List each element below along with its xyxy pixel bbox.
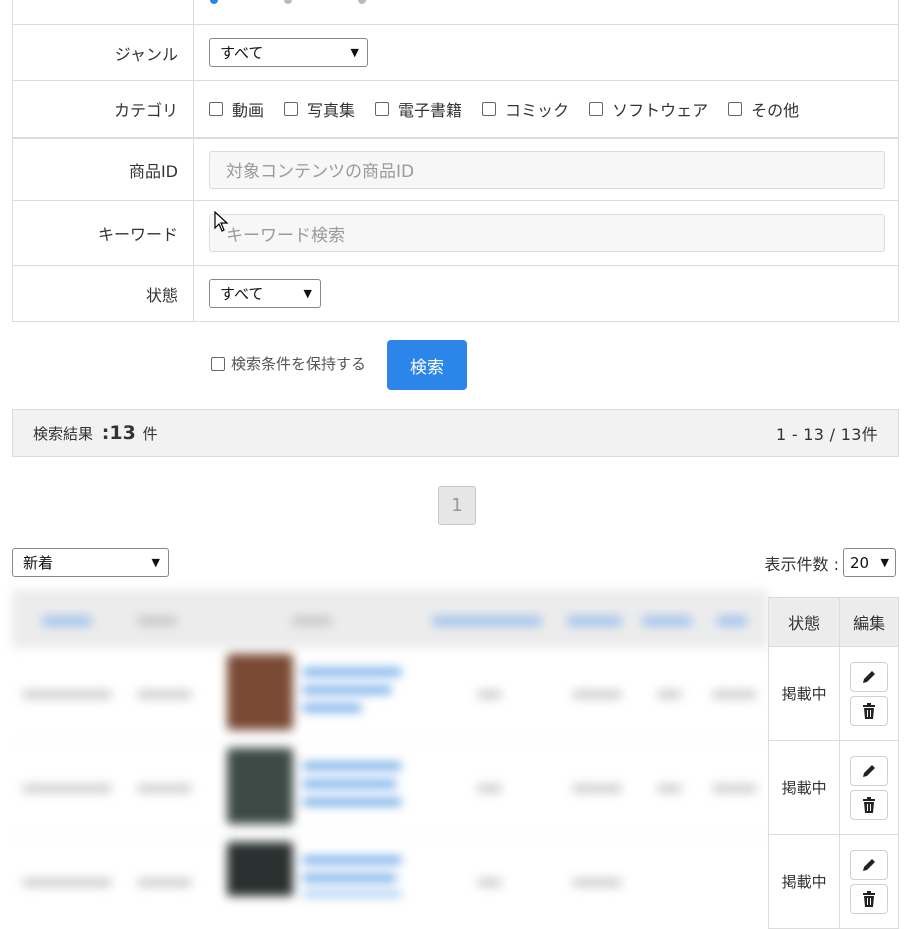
blurred-table-row bbox=[12, 742, 768, 836]
radio-option-icon[interactable] bbox=[284, 0, 292, 4]
table-row: 掲載中 bbox=[767, 646, 899, 741]
product-id-input[interactable]: 対象コンテンツの商品ID bbox=[209, 150, 885, 189]
product-id-label: 商品ID bbox=[13, 139, 194, 200]
blurred-table-area bbox=[12, 590, 768, 896]
trash-icon bbox=[863, 890, 876, 907]
checkbox-icon[interactable] bbox=[209, 102, 223, 116]
blurred-table-row bbox=[12, 648, 768, 742]
per-page-select-value: 20 bbox=[850, 553, 870, 572]
checkbox-icon[interactable] bbox=[211, 356, 225, 371]
sort-select[interactable]: 新着 ▼ bbox=[12, 548, 169, 577]
radio-option-icon[interactable] bbox=[358, 0, 366, 4]
category-label: カテゴリ bbox=[13, 81, 194, 137]
search-button[interactable]: 検索 bbox=[387, 340, 467, 390]
blurred-table-row bbox=[12, 836, 768, 896]
chevron-down-icon: ▼ bbox=[303, 287, 312, 300]
mouse-cursor-icon bbox=[214, 211, 228, 232]
edit-column-header: 編集 bbox=[839, 597, 899, 647]
form-row-product-id: 商品ID 対象コンテンツの商品ID bbox=[13, 137, 898, 200]
per-page-control: 表示件数 : 20 ▼ bbox=[765, 548, 896, 577]
category-checkbox-software[interactable]: ソフトウェア bbox=[589, 97, 708, 121]
result-summary-bar: 検索結果 :13 件 1 - 13 / 13件 bbox=[12, 409, 899, 457]
category-checkbox-comic[interactable]: コミック bbox=[482, 97, 569, 121]
radio-option-selected-icon[interactable] bbox=[210, 0, 218, 4]
pencil-icon bbox=[863, 764, 876, 777]
row-status: 掲載中 bbox=[767, 740, 841, 835]
genre-select[interactable]: すべて ▼ bbox=[209, 38, 368, 67]
pencil-icon bbox=[863, 858, 876, 871]
table-row: 掲載中 bbox=[767, 740, 899, 835]
row-status: 掲載中 bbox=[767, 834, 841, 929]
search-form: ジャンル すべて ▼ カテゴリ 動画 写真集 電子書籍 コミック ソフトウェア … bbox=[12, 0, 899, 322]
result-count: 検索結果 :13 件 bbox=[33, 422, 158, 444]
keep-conditions-checkbox[interactable]: 検索条件を保持する bbox=[211, 353, 366, 374]
table-header-row: 状態 編集 bbox=[767, 597, 899, 647]
form-row-partial bbox=[13, 0, 898, 24]
status-select-value: すべて bbox=[220, 285, 264, 303]
chevron-down-icon: ▼ bbox=[350, 46, 359, 59]
pencil-icon bbox=[863, 670, 876, 683]
genre-select-value: すべて bbox=[220, 44, 264, 62]
per-page-select[interactable]: 20 ▼ bbox=[843, 548, 896, 577]
category-checkbox-ebook[interactable]: 電子書籍 bbox=[375, 97, 462, 121]
checkbox-icon[interactable] bbox=[284, 102, 299, 116]
chevron-down-icon: ▼ bbox=[151, 556, 160, 569]
form-row-genre: ジャンル すべて ▼ bbox=[13, 24, 898, 80]
edit-button[interactable] bbox=[850, 755, 889, 786]
chevron-down-icon: ▼ bbox=[880, 556, 889, 569]
edit-button[interactable] bbox=[850, 661, 889, 692]
checkbox-icon[interactable] bbox=[589, 102, 604, 116]
delete-button[interactable] bbox=[850, 789, 889, 820]
category-checkbox-other[interactable]: その他 bbox=[728, 97, 799, 121]
keyword-label: キーワード bbox=[13, 201, 194, 265]
form-row-keyword: キーワード キーワード検索 bbox=[13, 200, 898, 265]
checkbox-icon[interactable] bbox=[482, 102, 497, 116]
blurred-table-header bbox=[12, 590, 768, 648]
checkbox-icon[interactable] bbox=[728, 102, 743, 116]
keep-conditions-label: 検索条件を保持する bbox=[231, 355, 367, 373]
delete-button[interactable] bbox=[850, 883, 889, 914]
form-row-status: 状態 すべて ▼ bbox=[13, 265, 898, 321]
status-label: 状態 bbox=[13, 266, 194, 321]
category-checkbox-photobook[interactable]: 写真集 bbox=[284, 97, 355, 121]
keyword-input[interactable]: キーワード検索 bbox=[209, 214, 885, 252]
delete-button[interactable] bbox=[850, 695, 889, 726]
genre-label: ジャンル bbox=[13, 25, 194, 80]
checkbox-icon[interactable] bbox=[375, 102, 390, 116]
trash-icon bbox=[863, 702, 876, 719]
sort-select-value: 新着 bbox=[23, 554, 54, 572]
status-select[interactable]: すべて ▼ bbox=[209, 279, 321, 308]
form-row-category: カテゴリ 動画 写真集 電子書籍 コミック ソフトウェア その他 bbox=[13, 80, 898, 137]
results-table: 状態 編集 掲載中 掲載中 掲載中 bbox=[767, 597, 899, 929]
edit-button[interactable] bbox=[850, 849, 889, 880]
result-range: 1 - 13 / 13件 bbox=[775, 425, 878, 444]
status-column-header: 状態 bbox=[767, 597, 841, 647]
per-page-label: 表示件数 : bbox=[764, 554, 839, 574]
row-status: 掲載中 bbox=[767, 646, 841, 741]
pagination-page-button[interactable]: 1 bbox=[438, 486, 476, 525]
category-checkbox-group: 動画 写真集 電子書籍 コミック ソフトウェア その他 bbox=[209, 97, 819, 121]
trash-icon bbox=[863, 796, 876, 813]
category-checkbox-video[interactable]: 動画 bbox=[209, 97, 264, 121]
table-row: 掲載中 bbox=[767, 834, 899, 929]
